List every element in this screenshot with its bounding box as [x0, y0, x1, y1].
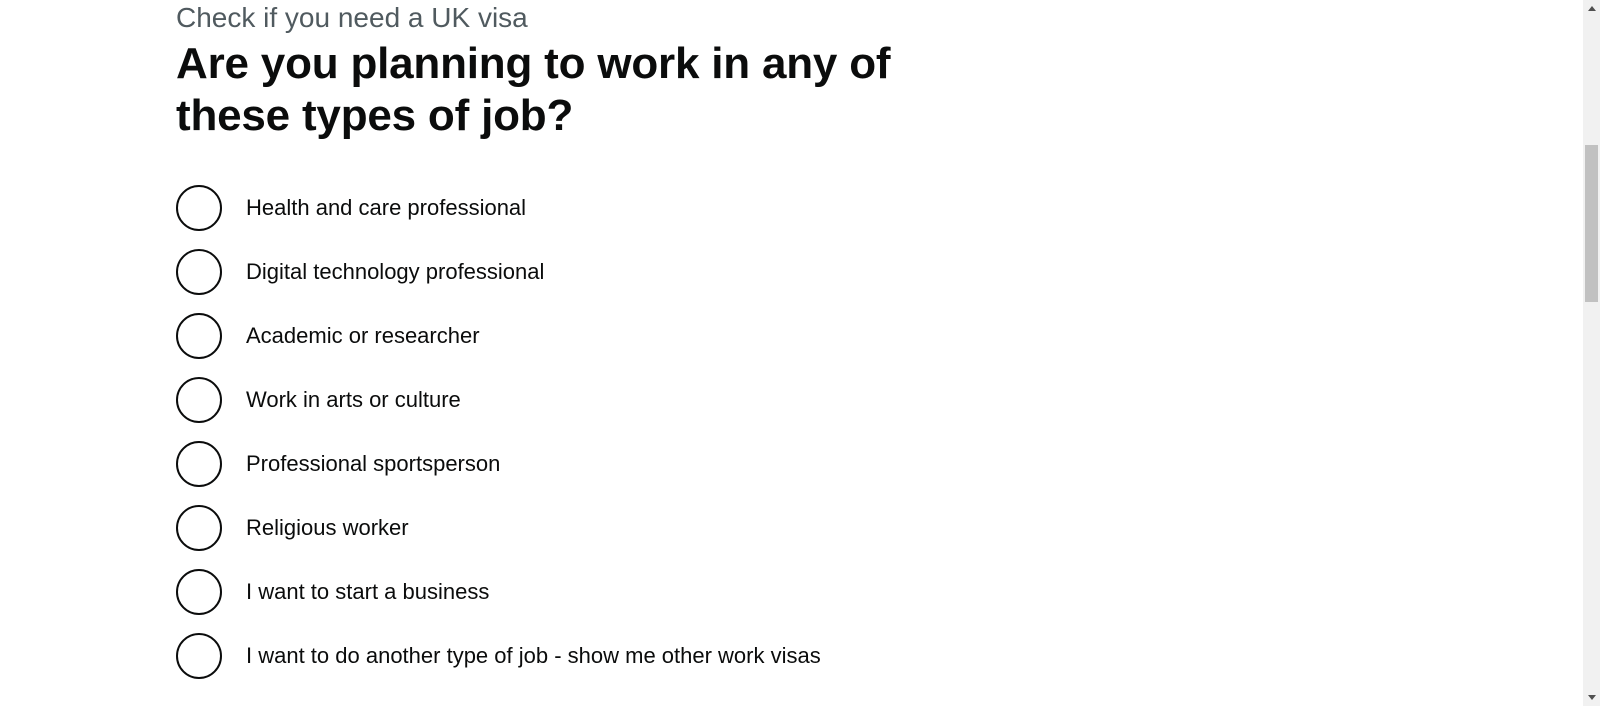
page: Check if you need a UK visa Are you plan…	[0, 0, 1583, 706]
radio-button[interactable]	[176, 441, 222, 487]
page-caption: Check if you need a UK visa	[176, 2, 528, 33]
radio-button[interactable]	[176, 377, 222, 423]
radio-label[interactable]: Academic or researcher	[246, 313, 480, 359]
page-question: Are you planning to work in any of these…	[176, 39, 891, 140]
radio-option[interactable]: Health and care professional	[176, 185, 896, 249]
radio-label[interactable]: Religious worker	[246, 505, 409, 551]
scrollbar-thumb[interactable]	[1585, 145, 1598, 302]
radio-label[interactable]: I want to start a business	[246, 569, 489, 615]
scroll-up-arrow-icon[interactable]	[1583, 0, 1600, 17]
radio-label[interactable]: I want to do another type of job - show …	[246, 633, 821, 679]
vertical-scrollbar[interactable]	[1583, 0, 1600, 706]
radio-label[interactable]: Digital technology professional	[246, 249, 544, 295]
radio-option[interactable]: Professional sportsperson	[176, 441, 896, 505]
radio-button[interactable]	[176, 633, 222, 679]
job-type-radios: Health and care professional Digital tec…	[176, 185, 896, 697]
radio-button[interactable]	[176, 569, 222, 615]
radio-label[interactable]: Work in arts or culture	[246, 377, 461, 423]
radio-button[interactable]	[176, 249, 222, 295]
radio-button[interactable]	[176, 313, 222, 359]
radio-option[interactable]: Religious worker	[176, 505, 896, 569]
radio-option[interactable]: Academic or researcher	[176, 313, 896, 377]
radio-option[interactable]: I want to start a business	[176, 569, 896, 633]
radio-button[interactable]	[176, 505, 222, 551]
radio-button[interactable]	[176, 185, 222, 231]
radio-label[interactable]: Health and care professional	[246, 185, 526, 231]
radio-option[interactable]: Work in arts or culture	[176, 377, 896, 441]
scroll-down-arrow-icon[interactable]	[1583, 689, 1600, 706]
radio-option[interactable]: I want to do another type of job - show …	[176, 633, 896, 697]
radio-label[interactable]: Professional sportsperson	[246, 441, 500, 487]
radio-option[interactable]: Digital technology professional	[176, 249, 896, 313]
